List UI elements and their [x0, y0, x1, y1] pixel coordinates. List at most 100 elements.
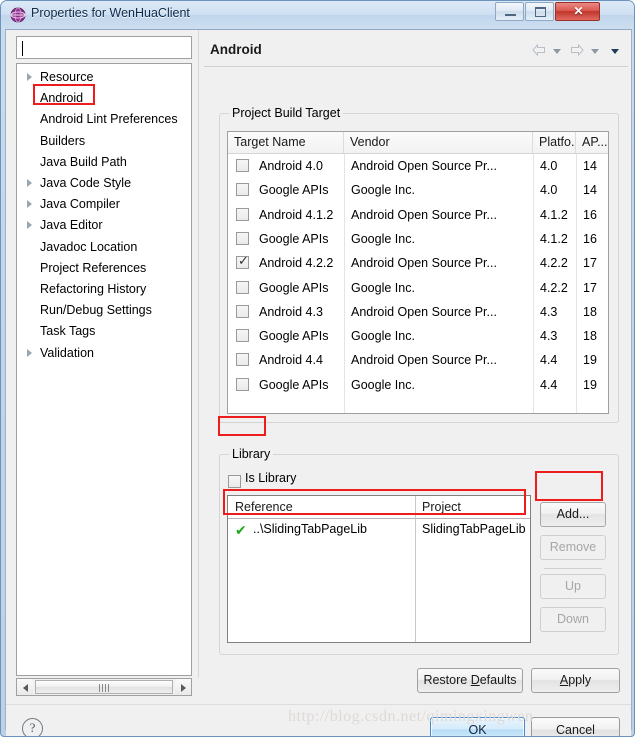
table-row[interactable]: Android 4.1.2 Android Open Source Pr... 4.… — [228, 204, 608, 227]
sidebar-item-java-code-style[interactable]: Java Code Style — [17, 174, 191, 194]
sidebar-item-label: Android — [40, 91, 84, 106]
build-target-column-header[interactable]: Platfo... — [533, 132, 576, 153]
expand-arrow-icon[interactable] — [27, 179, 32, 187]
checkbox-unchecked[interactable] — [236, 353, 249, 367]
view-menu-chevron-down-icon[interactable] — [611, 49, 619, 54]
sidebar-item-java-editor[interactable]: Java Editor — [17, 216, 191, 236]
table-row[interactable]: ✔ ..\SlidingTabPageLib SlidingTabPageLib — [228, 519, 530, 543]
down-button[interactable]: Down — [540, 607, 606, 632]
build-target-vendor-cell: Google Inc. — [351, 183, 415, 198]
table-row[interactable]: Google APIs Google Inc. 4.4 19 — [228, 374, 608, 397]
scroll-left-button[interactable] — [17, 679, 33, 695]
expand-arrow-icon[interactable] — [27, 73, 32, 81]
expand-arrow-icon[interactable] — [27, 348, 32, 357]
sidebar-item-java-compiler[interactable]: Java Compiler — [17, 195, 191, 215]
build-target-platform-cell: 4.0 — [540, 159, 558, 173]
chevron-down-icon[interactable] — [553, 49, 561, 54]
build-target-column-header[interactable]: AP... — [576, 132, 608, 153]
checkbox-unchecked[interactable] — [236, 183, 249, 197]
close-button[interactable]: ✕ — [555, 2, 600, 21]
checkbox-unchecked[interactable] — [236, 377, 249, 391]
close-icon: ✕ — [573, 4, 584, 18]
checkbox-unchecked[interactable] — [236, 207, 249, 221]
cancel-button[interactable]: Cancel — [531, 717, 620, 736]
table-row[interactable]: Android 4.0 Android Open Source Pr... 4.0 1… — [228, 155, 608, 178]
sidebar-item-label: Resource — [40, 70, 94, 84]
build-target-column-header[interactable]: Target Name — [228, 132, 344, 153]
build-target-name-cell: Android 4.3 — [259, 304, 323, 319]
sidebar-item-run-debug-settings[interactable]: Run/Debug Settings — [17, 301, 191, 321]
expand-arrow-icon[interactable] — [27, 221, 32, 230]
scroll-right-button[interactable] — [175, 679, 191, 695]
build-target-table-header: Target NameVendorPlatfo...AP... — [228, 132, 608, 154]
library-table[interactable]: Reference Project ✔ ..\SlidingTabPageLib… — [227, 495, 531, 643]
title-bar[interactable]: Properties for WenHuaClient ✕ — [1, 1, 634, 29]
sidebar-item-refactoring-history[interactable]: Refactoring History — [17, 280, 191, 300]
build-target-column-header[interactable]: Vendor — [344, 132, 533, 153]
sidebar-item-project-references[interactable]: Project References — [17, 259, 191, 279]
library-reference-cell: ..\SlidingTabPageLib — [253, 522, 367, 536]
sidebar-item-builders[interactable]: Builders — [17, 132, 191, 152]
scrollbar-thumb[interactable] — [35, 680, 173, 694]
expand-arrow-icon[interactable] — [27, 200, 32, 209]
sidebar-item-label: Task Tags — [40, 324, 96, 339]
table-row[interactable]: Google APIs Google Inc. 4.1.2 16 — [228, 228, 608, 251]
build-target-platform-cell: 4.3 — [540, 304, 558, 319]
sidebar-item-label: Android Lint Preferences — [40, 112, 178, 127]
window-title: Properties for WenHuaClient — [31, 6, 190, 20]
apply-button[interactable]: Apply — [531, 668, 620, 693]
add-button[interactable]: Add... — [540, 502, 606, 527]
library-column-divider — [415, 496, 416, 642]
arrow-right-icon[interactable] — [570, 44, 584, 56]
sidebar-item-javadoc-location[interactable]: Javadoc Location — [17, 238, 191, 258]
checkbox-checked[interactable]: ✓ — [236, 255, 249, 270]
filter-input[interactable] — [16, 36, 192, 59]
checkbox-unchecked[interactable] — [236, 231, 249, 245]
green-check-icon: ✔ — [235, 523, 247, 539]
checkbox-unchecked[interactable] — [236, 280, 249, 294]
maximize-button[interactable] — [525, 2, 554, 21]
tree-horizontal-scrollbar[interactable] — [16, 678, 192, 696]
pane-divider — [198, 30, 199, 678]
arrow-left-icon[interactable] — [532, 44, 546, 56]
button-group-divider — [544, 568, 602, 569]
build-target-api-cell: 19 — [583, 353, 597, 368]
table-row[interactable]: Google APIs Google Inc. 4.0 14 — [228, 179, 608, 202]
build-target-vendor-cell: Google Inc. — [351, 377, 415, 392]
sidebar-item-label: Java Code Style — [40, 176, 132, 190]
sidebar-item-validation[interactable]: Validation — [17, 344, 191, 364]
restore-defaults-label-pre: Restore — [423, 673, 471, 687]
checkbox-unchecked[interactable] — [236, 329, 249, 343]
table-row[interactable]: Google APIs Google Inc. 4.3 18 — [228, 325, 608, 348]
checkbox-unchecked[interactable] — [236, 304, 249, 318]
minimize-button[interactable] — [495, 2, 524, 21]
sidebar-item-java-build-path[interactable]: Java Build Path — [17, 153, 191, 173]
remove-button[interactable]: Remove — [540, 535, 606, 560]
sidebar-item-task-tags[interactable]: Task Tags — [17, 322, 191, 342]
sidebar-item-android[interactable]: Android — [17, 89, 191, 109]
sidebar-item-resource[interactable]: Resource — [17, 68, 191, 88]
restore-defaults-button[interactable]: Restore Defaults — [417, 668, 523, 693]
apply-label-post: pply — [568, 673, 592, 687]
checkbox-unchecked[interactable] — [236, 159, 249, 172]
build-target-vendor-cell: Android Open Source Pr... — [351, 256, 497, 271]
build-target-name-cell: Google APIs — [259, 231, 329, 246]
build-target-name-cell: Android 4.1.2 — [259, 207, 334, 222]
sidebar-item-android-lint-preferences[interactable]: Android Lint Preferences — [17, 110, 191, 130]
table-row[interactable]: Android 4.3 Android Open Source Pr... 4.3 1… — [228, 301, 608, 324]
help-icon[interactable]: ? — [22, 718, 43, 736]
build-target-api-cell: 14 — [583, 183, 597, 198]
chevron-down-icon[interactable] — [591, 49, 599, 54]
apply-mnemonic: A — [559, 673, 569, 687]
table-row[interactable]: Google APIs Google Inc. 4.2.2 17 — [228, 277, 608, 300]
arrow-left-icon — [23, 684, 28, 692]
is-library-checkbox[interactable] — [228, 475, 241, 488]
build-target-table[interactable]: Target NameVendorPlatfo...AP... Android … — [227, 131, 609, 414]
library-column-project: Project — [422, 500, 461, 514]
watermark-text: http://blog.csdn.net/qimingxingwen — [288, 708, 534, 725]
preference-tree[interactable]: Resource Android Android Lint Preferences B… — [16, 63, 192, 676]
up-button[interactable]: Up — [540, 574, 606, 599]
sidebar-item-label: Validation — [40, 345, 94, 360]
table-row[interactable]: ✓ Android 4.2.2 Android Open Source Pr... 4… — [228, 252, 608, 275]
table-row[interactable]: Android 4.4 Android Open Source Pr... 4.4 1… — [228, 349, 608, 372]
